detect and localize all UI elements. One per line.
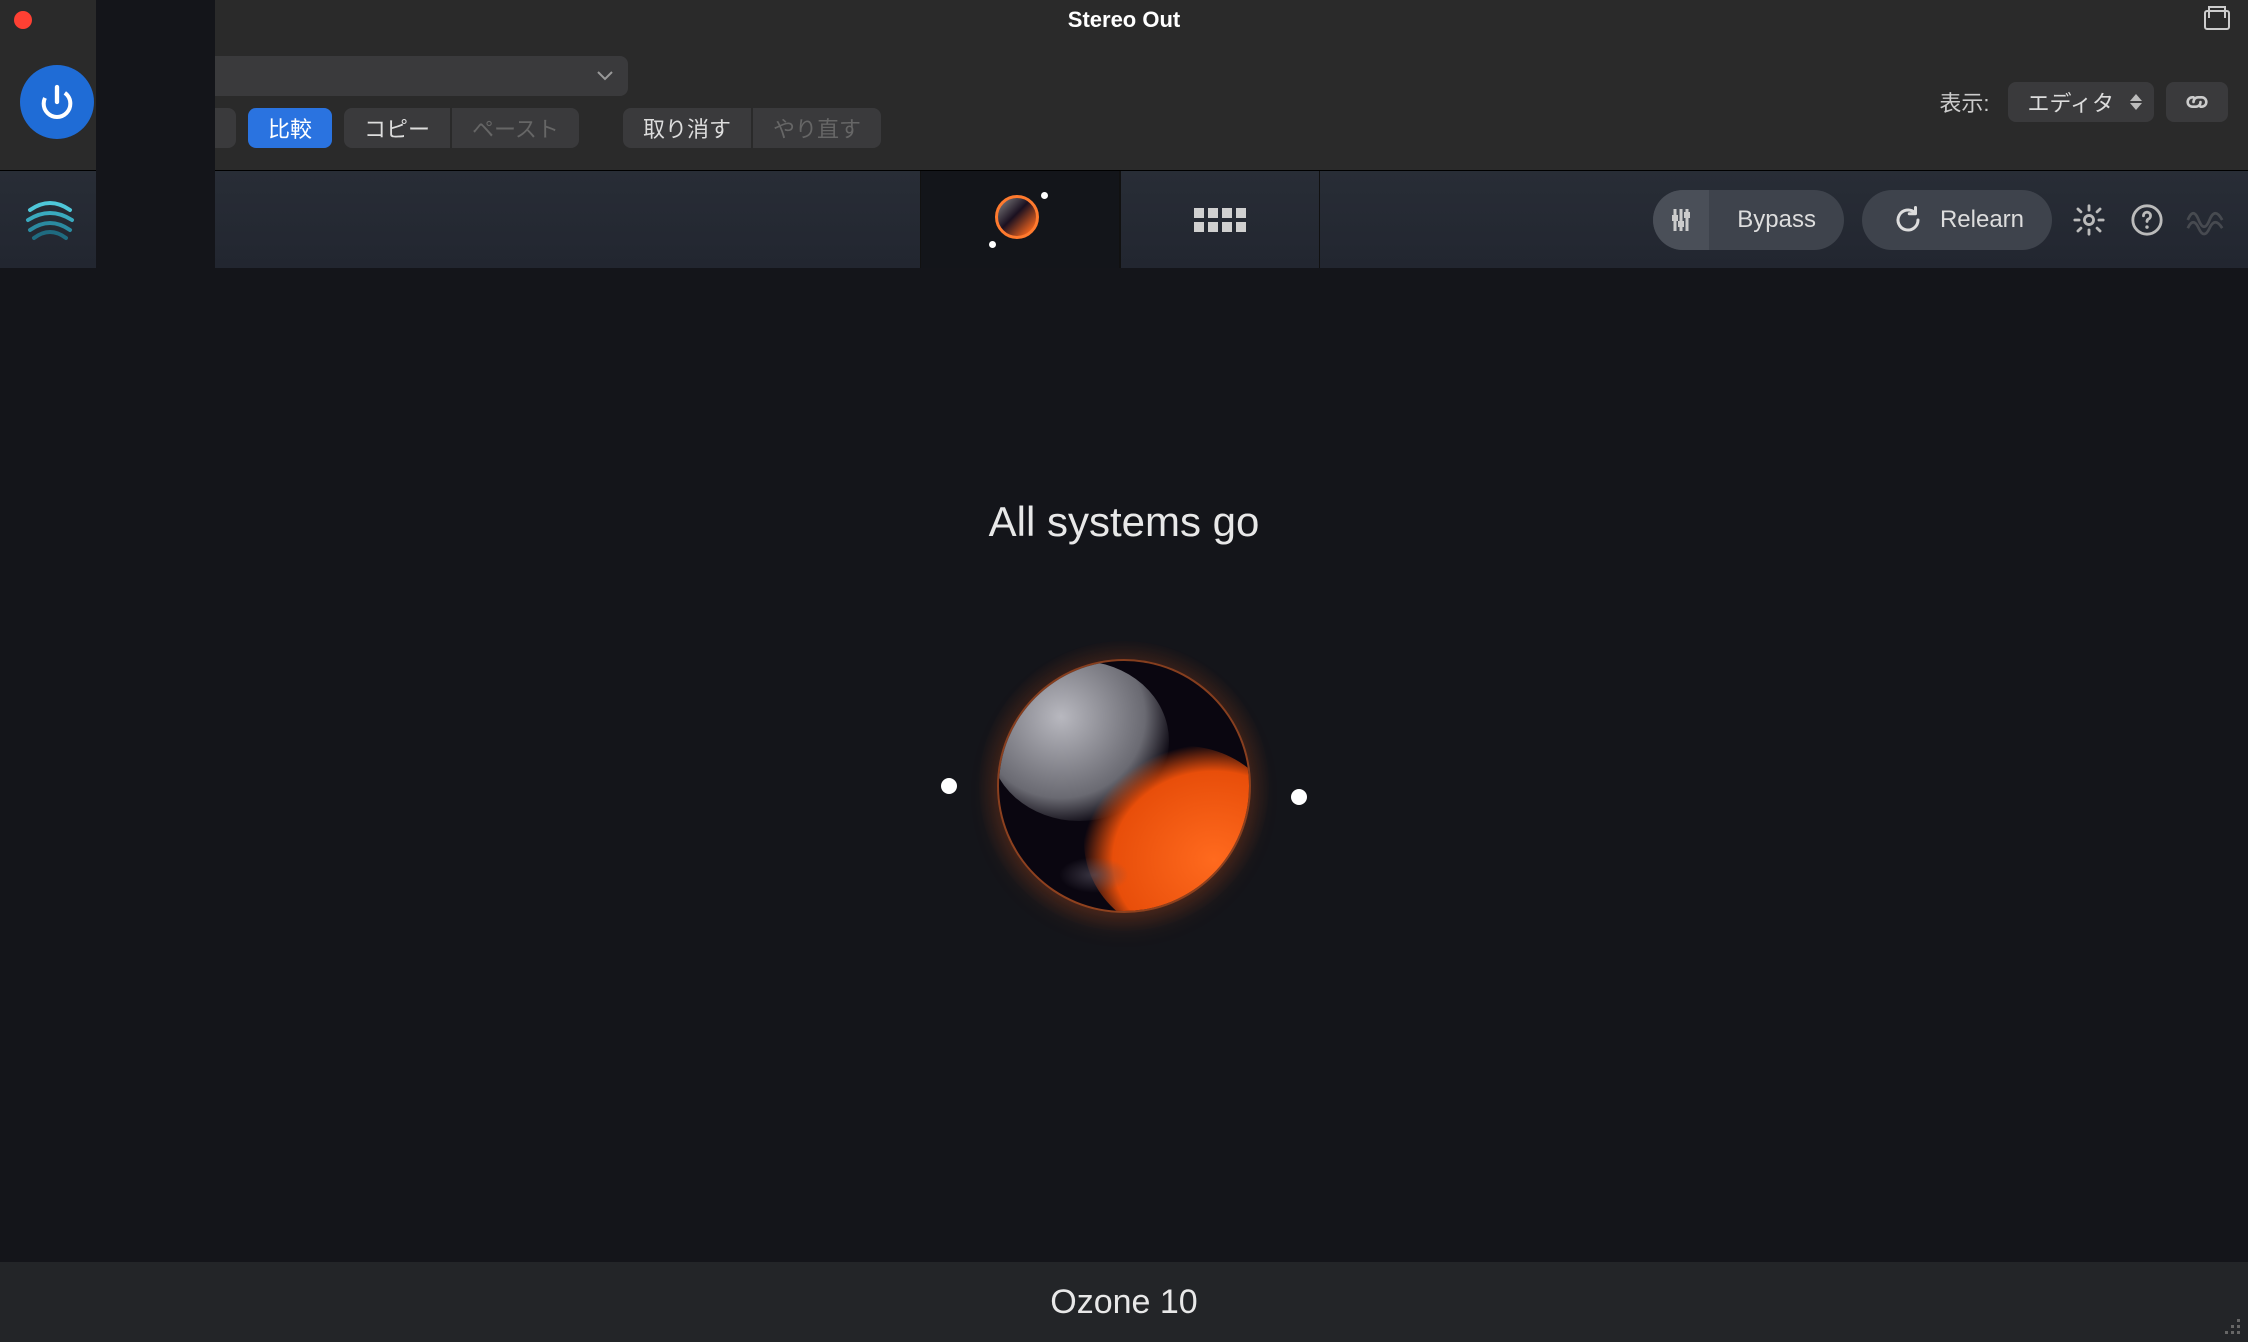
maximize-icon[interactable] xyxy=(2204,10,2230,30)
paste-button[interactable]: ペースト xyxy=(452,108,579,148)
host-toolbar: 手動 比較 コピー ペースト 取り消す やり直す xyxy=(0,40,2248,170)
compare-button[interactable]: 比較 xyxy=(248,108,332,148)
power-button[interactable] xyxy=(20,65,94,139)
bypass-toggle-icon xyxy=(1653,190,1709,250)
chevron-down-icon xyxy=(596,70,614,82)
izotope-mark-icon xyxy=(22,192,78,248)
stepper-icon xyxy=(2130,94,2142,110)
link-icon xyxy=(2183,88,2211,116)
help-button[interactable] xyxy=(2128,201,2166,239)
relearn-button[interactable]: Relearn xyxy=(1862,190,2052,250)
plugin-header: Ozone ADVANCED xyxy=(0,170,2248,268)
orb-sphere xyxy=(999,661,1249,911)
waveform-icon xyxy=(2186,201,2224,239)
orb-handle-right[interactable] xyxy=(1291,789,1307,805)
waveform-button[interactable] xyxy=(2186,201,2224,239)
gear-icon xyxy=(2072,203,2106,237)
help-icon xyxy=(2130,203,2164,237)
display-label: 表示: xyxy=(1939,86,1989,118)
tab-modules[interactable] xyxy=(1120,171,1320,268)
settings-button[interactable] xyxy=(2070,201,2108,239)
status-heading: All systems go xyxy=(989,498,1260,546)
window-title: Stereo Out xyxy=(1068,7,1180,33)
display-mode-select[interactable]: エディタ xyxy=(2008,82,2154,122)
main-content: All systems go xyxy=(0,268,2248,1262)
footer-bar: Ozone 10 xyxy=(0,1262,2248,1342)
bypass-label: Bypass xyxy=(1709,206,1844,234)
modules-grid-icon xyxy=(1194,208,1246,232)
copy-button[interactable]: コピー xyxy=(344,108,450,148)
display-mode-value: エディタ xyxy=(2028,86,2114,118)
refresh-icon xyxy=(1890,202,1926,238)
redo-button[interactable]: やり直す xyxy=(753,108,881,148)
relearn-label: Relearn xyxy=(1940,206,2024,234)
window-title-bar: Stereo Out xyxy=(0,0,2248,40)
master-assistant-orb[interactable] xyxy=(959,646,1289,926)
tab-assistant[interactable] xyxy=(920,171,1120,268)
undo-button[interactable]: 取り消す xyxy=(623,108,751,148)
orb-icon xyxy=(995,195,1045,245)
sidechain-link-button[interactable] xyxy=(2166,82,2228,122)
footer-product-label: Ozone 10 xyxy=(1050,1283,1197,1322)
close-window-button[interactable] xyxy=(14,11,32,29)
power-icon xyxy=(37,82,77,122)
bypass-button[interactable]: Bypass xyxy=(1653,190,1844,250)
orb-handle-left[interactable] xyxy=(941,778,957,794)
resize-grip[interactable] xyxy=(2220,1314,2240,1334)
